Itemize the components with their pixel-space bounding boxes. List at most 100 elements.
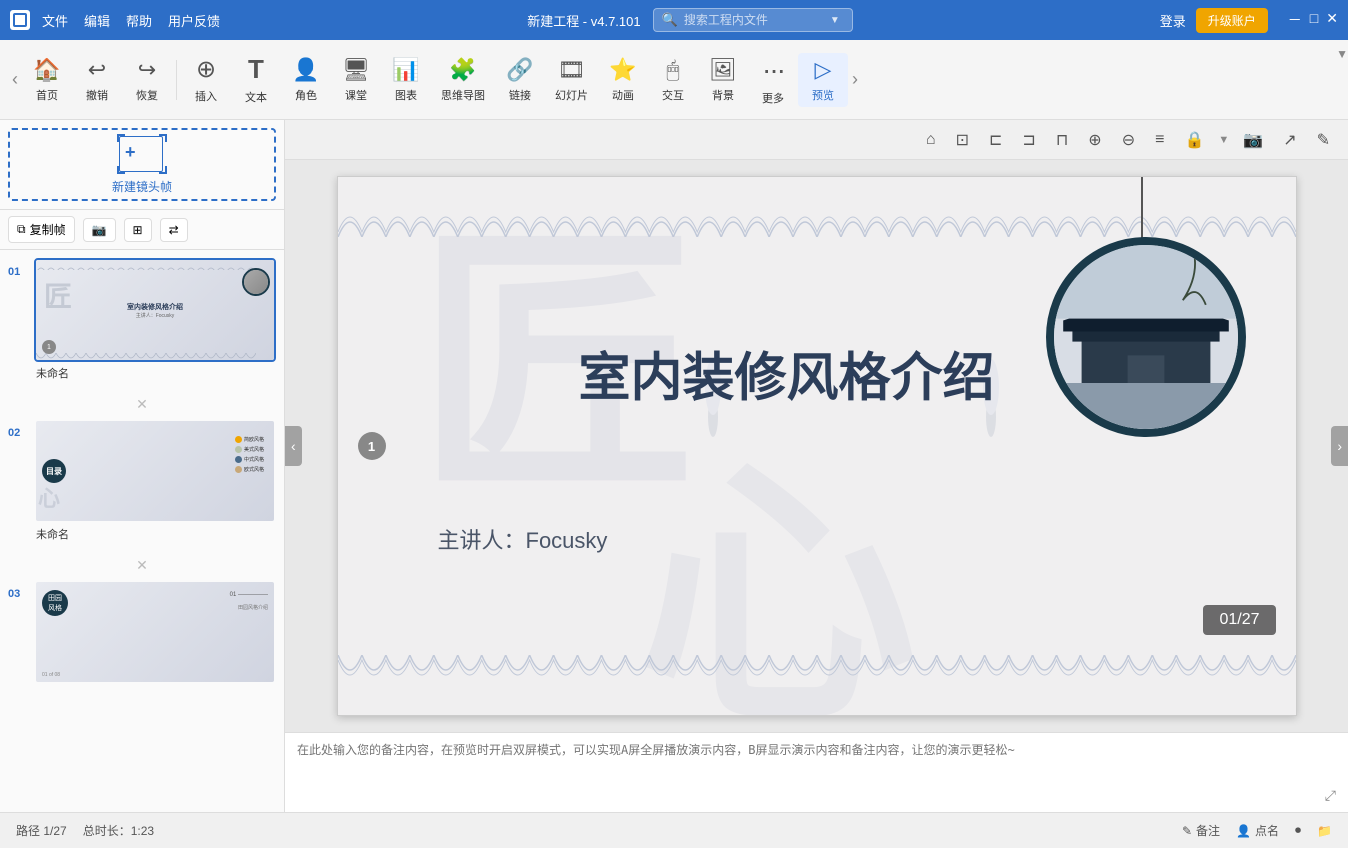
camera-button[interactable]: 📷: [83, 218, 116, 242]
toolbar-home-label: 首页: [36, 87, 58, 103]
thumb1-content: 匠 室内装修风格介绍 主讲人：Focusky 1: [36, 260, 274, 360]
toolbar-undo[interactable]: ↩ 撤销: [72, 53, 122, 107]
grid-icon: ⊞: [133, 223, 143, 237]
canvas-slide[interactable]: 匠 心 室内装修风格介绍 主: [337, 176, 1297, 716]
canvas-prev-button[interactable]: ‹: [285, 426, 302, 466]
toolbar-insert[interactable]: ⊕ 插入: [181, 51, 231, 108]
canvas-align-right-icon[interactable]: ⊐: [1016, 127, 1041, 153]
titlebar-center: 新建工程 - v4.7.101 🔍 ▼: [220, 8, 1160, 32]
note-button[interactable]: ✎ 备注: [1182, 822, 1220, 839]
preview-icon: ▷: [815, 57, 832, 83]
slide-badge-2: 2: [1220, 416, 1246, 437]
toolbar-more-label: 更多: [762, 90, 784, 106]
toolbar-slide[interactable]: 🎞 幻灯片: [545, 53, 598, 107]
canvas-next-button[interactable]: ›: [1331, 426, 1348, 466]
toolbar-bg-label: 背景: [712, 87, 734, 103]
bg-icon: 🖼: [709, 57, 737, 83]
roll-call-button[interactable]: 👤 点名: [1236, 822, 1279, 839]
statusbar-right: ✎ 备注 👤 点名 ⏺ 📁: [1182, 822, 1332, 839]
canvas-export-icon[interactable]: ↗: [1277, 127, 1302, 153]
toolbar-undo-label: 撤销: [86, 87, 108, 103]
chart-icon: 📊: [392, 57, 419, 83]
toolbar-text[interactable]: T 文本: [231, 50, 281, 109]
canvas-list-icon[interactable]: ≡: [1149, 128, 1170, 152]
toolbar-mindmap[interactable]: 🧩 思维导图: [431, 53, 495, 107]
canvas-align-left-icon[interactable]: ⊏: [983, 127, 1008, 153]
notes-expand-icon[interactable]: ⤢: [1325, 787, 1336, 804]
record-button[interactable]: ⏺: [1295, 823, 1301, 838]
interact-icon: 🖱: [666, 57, 679, 83]
canvas-home-icon[interactable]: ⌂: [920, 128, 942, 152]
canvas-align-top-icon[interactable]: ⊓: [1050, 127, 1074, 153]
toolbar-redo[interactable]: ↪ 恢复: [122, 53, 172, 107]
frame-thumb-inner-2[interactable]: 目录 简欧风格 美式风格 中式风格 欧式风格 心: [34, 419, 276, 523]
toolbar-text-label: 文本: [245, 89, 267, 105]
toolbar-interact[interactable]: 🖱 交互: [648, 53, 698, 107]
frame-thumb-inner-3[interactable]: 田园风格 01 ————— 田园风格介绍 01 of 08: [34, 580, 276, 684]
grid-button[interactable]: ⊞: [124, 218, 152, 242]
slide-image-frame[interactable]: 2: [1046, 237, 1246, 437]
menu-edit[interactable]: 编辑: [84, 11, 110, 30]
toolbar-role[interactable]: 👤 角色: [281, 53, 331, 107]
slide-badge-1: 1: [358, 432, 386, 460]
frame-spacer-1: ✕: [8, 389, 276, 419]
spacer-icon-2: ✕: [136, 557, 148, 574]
search-input[interactable]: [684, 13, 824, 27]
toolbar-insert-label: 插入: [195, 88, 217, 104]
canvas-camera-icon[interactable]: 📷: [1237, 127, 1269, 153]
toolbar-link-label: 链接: [509, 87, 531, 103]
toolbar-anim[interactable]: ⭐ 动画: [598, 53, 648, 107]
upgrade-button[interactable]: 升级账户: [1196, 8, 1268, 33]
frame-thumb-inner-1[interactable]: 匠 室内装修风格介绍 主讲人：Focusky 1: [34, 258, 276, 362]
frame-thumb-2[interactable]: 目录 简欧风格 美式风格 中式风格 欧式风格 心 未命名: [34, 419, 276, 542]
toolbar-more[interactable]: ··· 更多: [748, 50, 798, 110]
login-button[interactable]: 登录: [1160, 11, 1186, 30]
frame-item-2: 02 目录 简欧风格 美式风格 中式风格 欧式风格 心: [8, 419, 276, 542]
spacer-icon-1: ✕: [136, 396, 148, 413]
redo-icon: ↪: [138, 57, 156, 83]
frame-item-1: 01: [8, 258, 276, 381]
folder-button[interactable]: 📁: [1317, 824, 1332, 838]
toolbar-nav-forward[interactable]: ›: [848, 69, 862, 90]
toolbar-redo-label: 恢复: [136, 87, 158, 103]
toolbar-preview[interactable]: ▷ 预览: [798, 53, 848, 107]
titlebar-right: 登录 升级账户 － □ ✕: [1160, 8, 1338, 33]
canvas-zoom-out-icon[interactable]: ⊖: [1116, 127, 1141, 153]
toolbar-bg[interactable]: 🖼 背景: [698, 53, 748, 107]
frame-thumb-3[interactable]: 田园风格 01 ————— 田园风格介绍 01 of 08: [34, 580, 276, 687]
toolbar-divider-1: [176, 60, 177, 100]
swap-button[interactable]: ⇄: [160, 218, 188, 242]
slide-main-title: 室内装修风格介绍: [578, 335, 994, 410]
maximize-button[interactable]: □: [1310, 10, 1318, 30]
toolbar-home[interactable]: 🏠 首页: [22, 53, 72, 107]
canvas-zoom-in-icon[interactable]: ⊕: [1082, 127, 1107, 153]
menu-feedback[interactable]: 用户反馈: [168, 11, 220, 30]
canvas-edit-icon[interactable]: ✎: [1311, 127, 1336, 153]
minimize-button[interactable]: －: [1288, 10, 1302, 30]
close-button[interactable]: ✕: [1326, 10, 1338, 30]
frame-number-3: 03: [8, 588, 28, 600]
canvas-lock-icon[interactable]: 🔒: [1178, 127, 1210, 153]
notes-input[interactable]: [297, 741, 1336, 804]
toolbar-anim-label: 动画: [612, 87, 634, 103]
frame1-title: 未命名: [34, 365, 276, 381]
menu-file[interactable]: 文件: [42, 11, 68, 30]
frame-thumb-1[interactable]: 匠 室内装修风格介绍 主讲人：Focusky 1 未命名: [34, 258, 276, 381]
canvas-copy-icon[interactable]: ⊡: [950, 127, 975, 153]
copy-frame-button[interactable]: ⧉ 复制帧: [8, 216, 75, 243]
toolbar-link[interactable]: 🔗 链接: [495, 53, 545, 107]
slide-counter: 01/27: [1203, 605, 1275, 635]
toolbar-nav-back[interactable]: ‹: [8, 69, 22, 90]
slide-image-line: [1141, 177, 1143, 242]
toolbar-classroom[interactable]: 🖥 课堂: [331, 53, 381, 107]
search-dropdown-icon[interactable]: ▼: [830, 15, 840, 26]
canvas-content: ‹ 匠 心: [285, 160, 1348, 732]
menu-help[interactable]: 帮助: [126, 11, 152, 30]
classroom-icon: 🖥: [342, 57, 370, 83]
canvas-lock-dropdown[interactable]: ▼: [1218, 134, 1229, 146]
slide-circle-image: 2: [1046, 237, 1246, 437]
statusbar: 路径 1/27 总时长：1:23 ✎ 备注 👤 点名 ⏺ 📁: [0, 812, 1348, 848]
toolbar-chart[interactable]: 📊 图表: [381, 53, 431, 107]
search-box[interactable]: 🔍 ▼: [653, 8, 853, 32]
new-frame-button[interactable]: + 新建镜头帧: [8, 128, 276, 201]
